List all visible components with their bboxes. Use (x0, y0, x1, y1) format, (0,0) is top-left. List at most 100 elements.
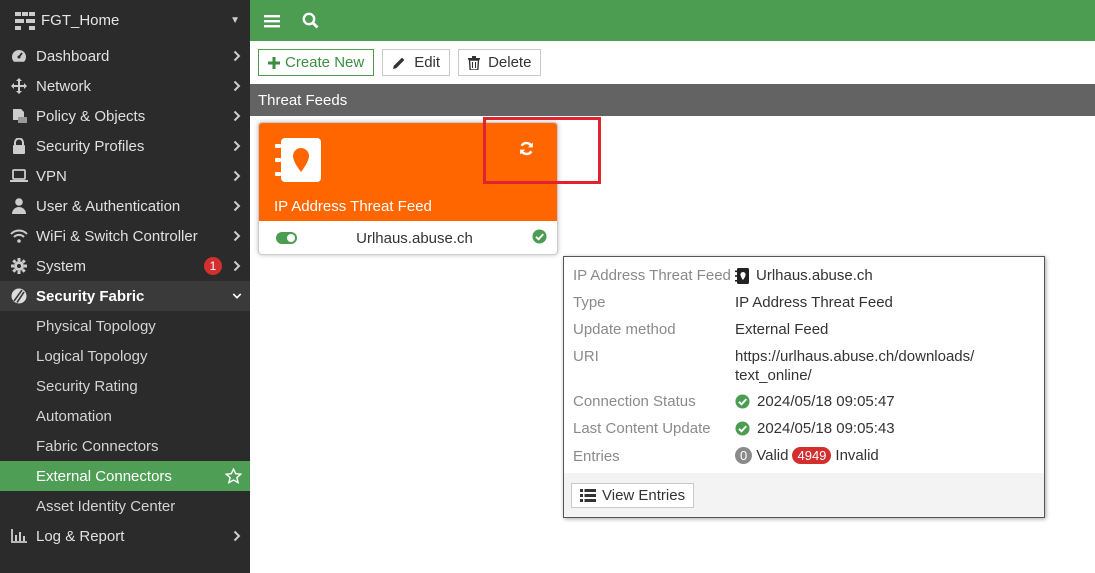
sidebar-item-label: Dashboard (36, 47, 110, 65)
valid-label: Valid (756, 447, 789, 464)
hamburger-menu-icon[interactable] (262, 11, 282, 31)
sidebar-item-label: Policy & Objects (36, 107, 146, 125)
star-favorite-icon[interactable] (224, 468, 242, 484)
uri-key: URI (573, 348, 599, 365)
device-name: FGT_Home (41, 12, 120, 29)
sidebar-subitem-fabric-connectors[interactable]: Fabric Connectors (0, 431, 250, 461)
tooltip-footer: View Entries (564, 473, 1044, 517)
chevron-right-icon (232, 140, 242, 152)
status-ok-icon (735, 394, 750, 409)
last-update-key: Last Content Update (573, 420, 711, 437)
sidebar-item-policy-objects[interactable]: Policy & Objects (0, 101, 250, 131)
feed-value: Urlhaus.abuse.ch (756, 267, 873, 284)
card-footer: Urlhaus.abuse.ch (259, 221, 557, 254)
last-update-value: 2024/05/18 09:05:43 (757, 420, 895, 437)
sidebar-item-log-report[interactable]: Log & Report (0, 521, 250, 551)
sidebar-item-label: Network (36, 77, 92, 95)
fabric-icon (10, 288, 28, 304)
sidebar-subitem-asset-identity-center[interactable]: Asset Identity Center (0, 491, 250, 521)
address-book-pin-icon (275, 138, 321, 186)
sidebar-item-label: System (36, 257, 87, 275)
type-key: Type (573, 294, 606, 311)
sidebar-subitem-external-connectors[interactable]: External Connectors (0, 461, 250, 491)
feed-details-tooltip: IP Address Threat Feed Urlhaus.abuse.ch … (563, 256, 1045, 518)
pencil-icon (392, 56, 406, 70)
connection-status-key: Connection Status (573, 393, 696, 410)
connection-status-value: 2024/05/18 09:05:47 (757, 393, 895, 410)
sidebar-item-user-authentication[interactable]: User & Authentication (0, 191, 250, 221)
status-ok-icon (532, 228, 547, 248)
create-new-button[interactable]: Create New (258, 49, 375, 76)
chevron-right-icon (232, 200, 242, 212)
wifi-icon (10, 228, 28, 244)
sidebar-item-network[interactable]: Network (0, 71, 250, 101)
gear-icon (10, 258, 28, 274)
sidebar-item-label: Fabric Connectors (36, 437, 159, 455)
type-value: IP Address Threat Feed (735, 294, 893, 311)
sidebar-item-dashboard[interactable]: Dashboard (0, 41, 250, 71)
chart-icon (10, 528, 28, 544)
invalid-label: Invalid (835, 447, 879, 464)
sidebar-item-label: Security Profiles (36, 137, 145, 155)
sidebar-subitem-physical-topology[interactable]: Physical Topology (0, 311, 250, 341)
sidebar-item-label: Security Fabric (36, 287, 145, 305)
sidebar-item-system[interactable]: System 1 (0, 251, 250, 281)
delete-label: Delete (488, 54, 532, 71)
search-icon[interactable] (300, 11, 320, 31)
sidebar-item-security-profiles[interactable]: Security Profiles (0, 131, 250, 161)
sidebar-item-label: External Connectors (36, 467, 172, 485)
sidebar-subitem-automation[interactable]: Automation (0, 401, 250, 431)
sidebar-item-label: Asset Identity Center (36, 497, 176, 515)
plus-icon (268, 56, 280, 69)
enable-toggle[interactable] (276, 232, 297, 244)
feed-value-row: Urlhaus.abuse.ch (735, 267, 873, 284)
sidebar-subitem-security-rating[interactable]: Security Rating (0, 371, 250, 401)
notification-badge: 1 (204, 257, 222, 275)
chevron-right-icon (232, 260, 242, 272)
edit-label: Edit (414, 54, 441, 71)
sidebar-item-label: Logical Topology (36, 347, 148, 365)
sidebar-subitem-logical-topology[interactable]: Logical Topology (0, 341, 250, 371)
chevron-right-icon (232, 80, 242, 92)
trash-icon (468, 55, 481, 70)
user-icon (10, 198, 28, 214)
uri-value-line2: text_online/ (735, 367, 812, 384)
update-method-key: Update method (573, 321, 676, 338)
dashboard-icon (10, 48, 28, 64)
sidebar-item-label: Automation (36, 407, 112, 425)
device-selector[interactable]: FGT_Home ▼ (0, 0, 250, 41)
sidebar-item-vpn[interactable]: VPN (0, 161, 250, 191)
section-header: Threat Feeds (250, 84, 1095, 116)
chevron-right-icon (232, 530, 242, 542)
chevron-right-icon (232, 110, 242, 122)
feed-name: Urlhaus.abuse.ch (356, 229, 473, 247)
sidebar-item-label: User & Authentication (36, 197, 181, 215)
action-toolbar: Create New Edit Delete (258, 49, 542, 76)
sidebar-item-security-fabric[interactable]: Security Fabric (0, 281, 250, 311)
feed-key: IP Address Threat Feed (573, 267, 731, 284)
delete-button[interactable]: Delete (458, 49, 542, 76)
sidebar: FGT_Home ▼ Dashboard Network Policy & Ob… (0, 0, 250, 573)
edit-button[interactable]: Edit (382, 49, 451, 76)
address-book-pin-icon (735, 267, 749, 284)
status-ok-icon (735, 421, 750, 436)
entries-row: 0 Valid 4949 Invalid (735, 447, 879, 464)
view-entries-button[interactable]: View Entries (571, 483, 695, 508)
annotation-highlight-box (483, 117, 601, 184)
sidebar-item-wifi-switch[interactable]: WiFi & Switch Controller (0, 221, 250, 251)
sidebar-item-label: Log & Report (36, 527, 125, 545)
network-icon (10, 78, 28, 94)
create-new-label: Create New (285, 54, 365, 71)
sidebar-item-label: VPN (36, 167, 67, 185)
connection-status-row: 2024/05/18 09:05:47 (735, 393, 895, 410)
sidebar-item-label: Physical Topology (36, 317, 156, 335)
chevron-down-icon (232, 292, 242, 300)
laptop-icon (10, 168, 28, 184)
sidebar-item-label: WiFi & Switch Controller (36, 227, 198, 245)
lock-icon (10, 138, 28, 154)
chevron-right-icon (232, 170, 242, 182)
valid-count-badge: 0 (735, 447, 753, 464)
uri-value-line1: https://urlhaus.abuse.ch/downloads/ (735, 348, 975, 365)
sidebar-item-label: Security Rating (36, 377, 138, 395)
fortigate-logo-icon (15, 11, 35, 30)
